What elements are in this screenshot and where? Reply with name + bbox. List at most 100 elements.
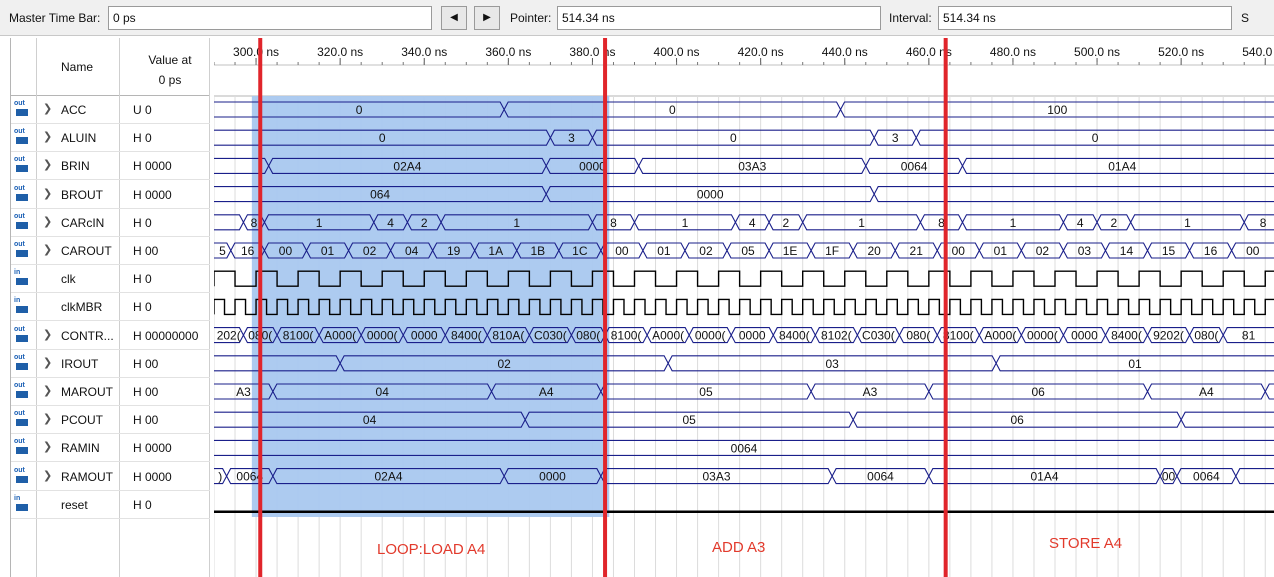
CAROUT-bus-value: 00 <box>1246 244 1260 258</box>
signal-name: BROUT <box>61 187 103 202</box>
RAMIN-bus-value: 0064 <box>731 441 758 455</box>
signal-row[interactable]: out ❯ CARcIN H 0 <box>11 209 210 237</box>
RAMOUT-bus-value: 0064 <box>867 470 894 484</box>
expand-chevron-icon[interactable]: ❯ <box>43 158 52 171</box>
CARcIN-bus-value: 8 <box>610 216 617 230</box>
signal-value: H 00 <box>133 356 159 371</box>
IROUT-bus-value: 03 <box>825 357 839 371</box>
output-pin-icon: out <box>14 467 32 484</box>
CONTR...-bus-value: 8400( <box>1111 329 1142 343</box>
CAROUT-bus-value: 03 <box>1078 244 1092 258</box>
RAMOUT-bus-value: 03A3 <box>702 470 730 484</box>
signal-row[interactable]: out ❯ ALUIN H 0 <box>11 124 210 153</box>
CARcIN-bus-value: 2 <box>1111 216 1118 230</box>
IROUT-bus-value: 01 <box>1128 357 1142 371</box>
CAROUT-bus-value: 01 <box>657 244 671 258</box>
expand-chevron-icon[interactable]: ❯ <box>43 187 52 200</box>
selection-highlight <box>251 96 610 517</box>
interval-label: Interval: <box>889 11 932 25</box>
time-axis-label: 360.0 ns <box>485 45 531 59</box>
master-time-bar-field[interactable]: 0 ps <box>108 6 432 30</box>
signal-name: BRIN <box>61 159 90 174</box>
RAMOUT-bus-value: 00 <box>1162 470 1176 484</box>
BRIN-bus-value: 0000 <box>579 159 606 173</box>
PCOUT-bus-value: 06 <box>1010 413 1024 427</box>
CONTR...-bus-value: C030( <box>534 329 567 343</box>
CAROUT-bus-value: 1A <box>488 244 503 258</box>
expand-chevron-icon[interactable]: ❯ <box>43 356 52 369</box>
RAMOUT-bus-value: 0000 <box>539 470 566 484</box>
time-axis-label: 320.0 ns <box>317 45 363 59</box>
ACC-bus-value: 0 <box>356 103 363 117</box>
signal-row[interactable]: out ❯ IROUT H 00 <box>11 350 210 378</box>
pointer-label: Pointer: <box>510 11 552 25</box>
CONTR...-bus-value: 0000( <box>1027 329 1058 343</box>
RAMOUT-bus-value: 01A4 <box>1030 470 1058 484</box>
CONTR...-bus-value: 8100( <box>283 329 314 343</box>
signal-row[interactable]: out ❯ BROUT H 0000 <box>11 181 210 209</box>
CAROUT-bus-value: 21 <box>910 244 924 258</box>
CAROUT-bus-value: 15 <box>1162 244 1176 258</box>
master-time-bar-label: Master Time Bar: <box>9 11 101 25</box>
CAROUT-bus-value: 16 <box>1204 244 1218 258</box>
expand-chevron-icon[interactable]: ❯ <box>43 469 52 482</box>
ALUIN-bus-value: 3 <box>568 131 575 145</box>
ALUIN-bus-value: 0 <box>1092 131 1099 145</box>
signal-row[interactable]: out ❯ PCOUT H 00 <box>11 406 210 435</box>
signal-row[interactable]: in clk H 0 <box>11 265 210 294</box>
signal-name: CONTR... <box>61 328 114 343</box>
RAMOUT-bus-edge <box>1235 468 1274 477</box>
value-column-header[interactable]: Value at 0 ps <box>131 50 209 90</box>
waveform-panel[interactable]: 300.0 ns 320.0 ns 340.0 ns 360.0 ns 380.0 ns… <box>214 38 1274 577</box>
signal-value: H 0 <box>133 300 152 315</box>
waveform-canvas[interactable]: 300.0 ns 320.0 ns 340.0 ns 360.0 ns 380.0 ns… <box>214 38 1274 577</box>
expand-chevron-icon[interactable]: ❯ <box>43 215 52 228</box>
CAROUT-bus-value: 02 <box>699 244 713 258</box>
signal-value: H 0000 <box>133 469 172 484</box>
start-label: S <box>1241 11 1250 25</box>
signal-row[interactable]: in clkMBR H 0 <box>11 293 210 322</box>
signal-row[interactable]: out ❯ RAMOUT H 0000 <box>11 463 210 491</box>
pointer-field[interactable]: 514.34 ns <box>557 6 881 30</box>
BRIN-bus-value: 02A4 <box>393 159 421 173</box>
expand-chevron-icon[interactable]: ❯ <box>43 243 52 256</box>
signal-value: H 00000000 <box>133 328 199 343</box>
output-pin-icon: out <box>14 128 32 145</box>
signal-row[interactable]: out ❯ CAROUT H 00 <box>11 237 210 265</box>
expand-chevron-icon[interactable]: ❯ <box>43 384 52 397</box>
MAROUT-bus-value: A3 <box>863 385 878 399</box>
signal-row[interactable]: out ❯ MAROUT H 00 <box>11 378 210 406</box>
ACC-bus-value: 0 <box>669 103 676 117</box>
signal-value: H 0 <box>133 497 152 512</box>
next-transition-button[interactable]: ▶ <box>474 6 500 30</box>
signal-list-panel: Name Value at 0 ps out ❯ ACC U 0 out ❯ ALUIN H … <box>10 38 210 577</box>
expand-chevron-icon[interactable]: ❯ <box>43 412 52 425</box>
signal-row[interactable]: in reset H 0 <box>11 491 210 519</box>
signal-row[interactable]: out ❯ RAMIN H 0000 <box>11 434 210 463</box>
CONTR...-bus-value: 0000 <box>1071 329 1098 343</box>
signal-row[interactable]: out ❯ ACC U 0 <box>11 96 210 124</box>
name-column-header[interactable]: Name <box>61 60 93 74</box>
triangle-right-icon: ▶ <box>483 12 491 23</box>
time-axis-label: 400.0 ns <box>654 45 700 59</box>
BRIN-bus-value: 0064 <box>901 159 928 173</box>
prev-transition-button[interactable]: ◀ <box>441 6 467 30</box>
annotation-add: ADD A3 <box>712 539 766 556</box>
interval-field[interactable]: 514.34 ns <box>938 6 1232 30</box>
expand-chevron-icon[interactable]: ❯ <box>43 328 52 341</box>
signal-row[interactable]: out ❯ BRIN H 0000 <box>11 152 210 181</box>
CARcIN-bus-value: 4 <box>749 216 756 230</box>
CONTR...-bus-value: A000( <box>652 329 684 343</box>
expand-chevron-icon[interactable]: ❯ <box>43 440 52 453</box>
expand-chevron-icon[interactable]: ❯ <box>43 102 52 115</box>
CONTR...-bus-value: 8400( <box>779 329 810 343</box>
expand-chevron-icon[interactable]: ❯ <box>43 130 52 143</box>
CONTR...-bus-value: A000( <box>984 329 1016 343</box>
signal-value: H 0000 <box>133 441 172 456</box>
CARcIN-bus-value: 2 <box>783 216 790 230</box>
signal-row[interactable]: out ❯ CONTR... H 00000000 <box>11 322 210 350</box>
CARcIN-bus-value: 1 <box>513 216 520 230</box>
PCOUT-bus-edge <box>1180 419 1274 428</box>
time-axis-label: 340.0 ns <box>401 45 447 59</box>
CONTR...-bus-value: 0000 <box>739 329 766 343</box>
